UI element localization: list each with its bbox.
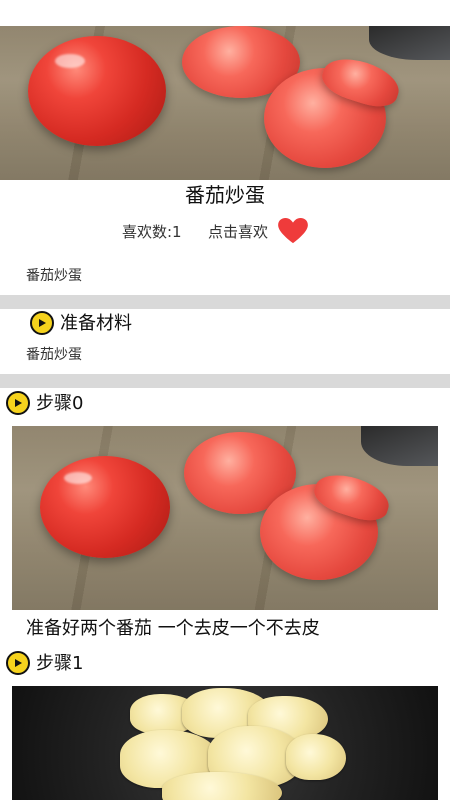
likes-count: 喜欢数:1 xyxy=(122,223,182,241)
like-button[interactable]: 点击喜欢 xyxy=(208,222,268,242)
ingredients-text: 番茄炒蛋 xyxy=(26,347,82,363)
status-bar xyxy=(0,0,450,26)
recipe-hero-image xyxy=(0,26,450,180)
step-label: 步骤1 xyxy=(36,653,84,674)
divider xyxy=(0,295,450,309)
step-label: 步骤0 xyxy=(36,393,84,414)
heart-icon[interactable] xyxy=(278,218,308,248)
recipe-title: 番茄炒蛋 xyxy=(185,183,265,207)
divider xyxy=(0,374,450,388)
recipe-description: 番茄炒蛋 xyxy=(26,268,82,284)
step-caption: 准备好两个番茄 一个去皮一个不去皮 xyxy=(26,618,320,639)
play-icon xyxy=(6,391,30,415)
ingredients-heading: 准备材料 xyxy=(60,313,132,334)
step-image xyxy=(12,686,438,800)
step-image xyxy=(12,426,438,610)
play-icon xyxy=(6,651,30,675)
play-icon xyxy=(30,311,54,335)
